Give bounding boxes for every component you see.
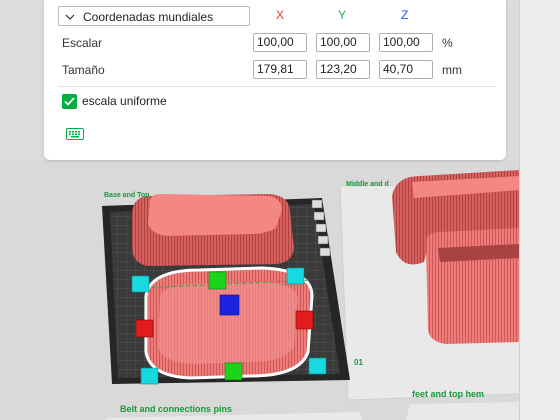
handle-corner-br bbox=[308, 357, 327, 375]
coordinate-system-value: Coordenadas mundiales bbox=[83, 10, 214, 24]
chevron-down-icon bbox=[65, 7, 75, 34]
scale-y-input[interactable]: 100,00 bbox=[316, 33, 370, 52]
model-tray-selected[interactable] bbox=[143, 266, 314, 380]
plate-4-name[interactable]: feet and top hem bbox=[412, 389, 484, 399]
size-label: Tamaño bbox=[62, 63, 105, 77]
handle-x-right bbox=[295, 310, 314, 330]
panel-divider bbox=[58, 86, 495, 87]
handle-z-center bbox=[219, 294, 240, 316]
plate-1-name[interactable]: Base and Top bbox=[104, 192, 149, 199]
uniform-scale-checkbox[interactable] bbox=[62, 94, 77, 109]
handle-corner-bl bbox=[140, 367, 159, 385]
scale-panel: Coordenadas mundiales X Y Z Escalar 100,… bbox=[44, 0, 506, 160]
plate-1-number: 01 bbox=[354, 358, 363, 367]
keyboard-icon[interactable] bbox=[66, 127, 84, 145]
model-box-upper[interactable] bbox=[132, 194, 294, 266]
right-scroll-area[interactable] bbox=[519, 0, 560, 420]
uniform-scale-label[interactable]: escala uniforme bbox=[82, 94, 167, 109]
size-z-input[interactable]: 40,70 bbox=[379, 60, 433, 79]
size-y-input[interactable]: 123,20 bbox=[316, 60, 370, 79]
handle-y-top bbox=[208, 271, 227, 290]
scale-x-input[interactable]: 100,00 bbox=[253, 33, 307, 52]
scale-z-input[interactable]: 100,00 bbox=[379, 33, 433, 52]
plate-3-name[interactable]: Belt and connections pins bbox=[120, 404, 232, 414]
size-unit: mm bbox=[442, 63, 462, 77]
size-x-input[interactable]: 179,81 bbox=[253, 60, 307, 79]
plate-4 bbox=[406, 402, 520, 420]
plate-2-name[interactable]: Middle and d bbox=[346, 181, 389, 188]
scale-unit: % bbox=[442, 36, 453, 50]
handle-corner-tr bbox=[286, 267, 305, 285]
handle-x-left bbox=[135, 319, 154, 338]
handle-y-bottom bbox=[224, 362, 243, 381]
axis-y-header: Y bbox=[338, 8, 347, 22]
coordinate-system-dropdown[interactable]: Coordenadas mundiales bbox=[58, 6, 250, 26]
axis-z-header: Z bbox=[401, 8, 409, 22]
scale-label: Escalar bbox=[62, 36, 103, 50]
checkmark-icon bbox=[64, 97, 75, 106]
axis-x-header: X bbox=[276, 8, 285, 22]
handle-corner-tl bbox=[131, 275, 150, 293]
